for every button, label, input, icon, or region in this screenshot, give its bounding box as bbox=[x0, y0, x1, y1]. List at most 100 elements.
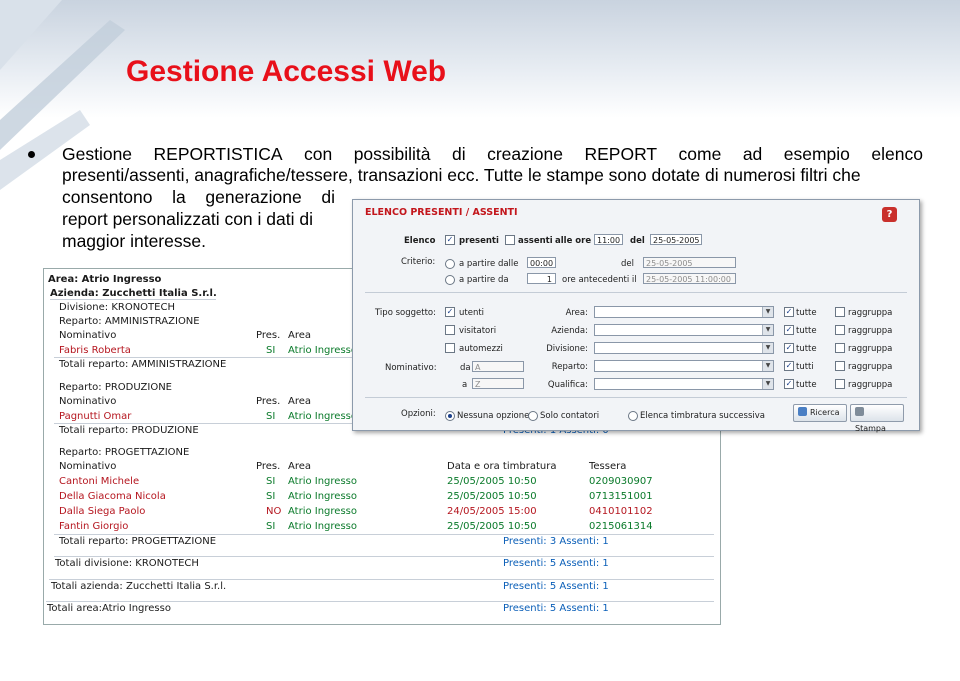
reparto-tutti-checkbox[interactable]: ✓ bbox=[784, 361, 794, 371]
row-area: Atrio Ingresso bbox=[288, 521, 357, 532]
criterio-radio-1[interactable] bbox=[445, 259, 455, 269]
tutte-label: tutte bbox=[796, 326, 817, 336]
col-nominativo: Nominativo bbox=[59, 330, 117, 341]
criterio-label: Criterio: bbox=[401, 257, 436, 267]
opzione-contatori-label: Solo contatori bbox=[540, 411, 600, 421]
row-tessera: 0713151001 bbox=[589, 491, 653, 502]
alle-ore-input[interactable]: 11:00 bbox=[594, 234, 623, 245]
qualifica-select[interactable]: ▼ bbox=[594, 378, 774, 390]
del-input-2[interactable]: 25-05-2005 bbox=[643, 257, 736, 268]
total-divisione-presenti: Presenti: 5 Assenti: 1 bbox=[503, 558, 609, 569]
row-data: 25/05/2005 10:50 bbox=[447, 491, 537, 502]
row-tessera: 0209030907 bbox=[589, 476, 653, 487]
raggruppa-label: raggruppa bbox=[848, 344, 893, 354]
report-divisione: Divisione: KRONOTECH bbox=[59, 302, 175, 313]
chevron-down-icon: ▼ bbox=[762, 361, 773, 371]
col-pres: Pres. bbox=[256, 330, 281, 341]
divisione-tutte-checkbox[interactable]: ✓ bbox=[784, 343, 794, 353]
row-pres: SI bbox=[266, 345, 276, 356]
search-icon bbox=[798, 407, 807, 416]
del-label: del bbox=[630, 236, 645, 246]
a-partire-dalle-input[interactable]: 00:00 bbox=[527, 257, 556, 268]
word: REPORTISTICA bbox=[153, 144, 283, 164]
raggruppa-label: raggruppa bbox=[848, 362, 893, 372]
printer-icon bbox=[855, 407, 864, 416]
ricerca-label: Ricerca bbox=[810, 408, 840, 417]
tipo-soggetto-label: Tipo soggetto: bbox=[375, 308, 436, 318]
opzione-elenca-radio[interactable] bbox=[628, 411, 638, 421]
col-area: Area bbox=[288, 396, 312, 407]
qualifica-raggruppa-checkbox[interactable] bbox=[835, 379, 845, 389]
automezzi-label: automezzi bbox=[459, 344, 503, 354]
qualifica-label: Qualifica: bbox=[547, 380, 588, 390]
assenti-checkbox[interactable] bbox=[505, 235, 515, 245]
visitatori-checkbox[interactable] bbox=[445, 325, 455, 335]
opzione-nessuna-radio[interactable] bbox=[445, 411, 455, 421]
azienda-select[interactable]: ▼ bbox=[594, 324, 774, 336]
col-area: Area bbox=[288, 330, 312, 341]
tutte-label: tutte bbox=[796, 308, 817, 318]
total-divisione: Totali divisione: KRONOTECH bbox=[55, 558, 199, 569]
row-pres: NO bbox=[266, 506, 282, 517]
automezzi-checkbox[interactable] bbox=[445, 343, 455, 353]
bullet-line-3: consentono la generazione di bbox=[62, 187, 335, 208]
total-reparto: Totali reparto: AMMINISTRAZIONE bbox=[59, 359, 227, 370]
bullet-dot bbox=[28, 151, 35, 158]
tutti-label: tutti bbox=[796, 362, 814, 372]
area-tutte-checkbox[interactable]: ✓ bbox=[784, 307, 794, 317]
total-area: Totali area:Atrio Ingresso bbox=[47, 603, 171, 614]
row-area: Atrio Ingresso bbox=[288, 491, 357, 502]
row-nome: Cantoni Michele bbox=[59, 476, 140, 487]
word: consentono bbox=[62, 187, 153, 207]
reparto-select[interactable]: ▼ bbox=[594, 360, 774, 372]
presenti-label: presenti bbox=[459, 236, 499, 246]
reparto-raggruppa-checkbox[interactable] bbox=[835, 361, 845, 371]
total-azienda: Totali azienda: Zucchetti Italia S.r.l. bbox=[51, 581, 227, 592]
presenti-checkbox[interactable]: ✓ bbox=[445, 235, 455, 245]
ricerca-button[interactable]: Ricerca bbox=[793, 404, 847, 422]
azienda-tutte-checkbox[interactable]: ✓ bbox=[784, 325, 794, 335]
azienda-raggruppa-checkbox[interactable] bbox=[835, 325, 845, 335]
del-input[interactable]: 25-05-2005 bbox=[650, 234, 702, 245]
help-icon[interactable]: ? bbox=[882, 207, 897, 222]
reparto-label: Reparto: bbox=[551, 362, 588, 372]
a-partire-da-input[interactable]: 1 bbox=[527, 273, 556, 284]
word: REPORT bbox=[584, 144, 658, 164]
opzione-contatori-radio[interactable] bbox=[528, 411, 538, 421]
row-pres: SI bbox=[266, 411, 276, 422]
tutte-label: tutte bbox=[796, 380, 817, 390]
criterio-radio-2[interactable] bbox=[445, 275, 455, 285]
chevron-down-icon: ▼ bbox=[762, 379, 773, 389]
area-label: Area: bbox=[565, 308, 588, 318]
a-input[interactable]: Z bbox=[472, 378, 524, 389]
ore-antecedenti-input[interactable]: 25-05-2005 11:00:00 bbox=[643, 273, 736, 284]
area-select[interactable]: ▼ bbox=[594, 306, 774, 318]
assenti-label: assenti bbox=[518, 236, 553, 246]
total-reparto: Totali reparto: PRODUZIONE bbox=[59, 425, 199, 436]
row-data: 24/05/2005 15:00 bbox=[447, 506, 537, 517]
area-raggruppa-checkbox[interactable] bbox=[835, 307, 845, 317]
utenti-checkbox[interactable]: ✓ bbox=[445, 307, 455, 317]
qualifica-tutte-checkbox[interactable]: ✓ bbox=[784, 379, 794, 389]
divisione-select[interactable]: ▼ bbox=[594, 342, 774, 354]
report-area: Area: Atrio Ingresso bbox=[48, 274, 162, 285]
row-area: Atrio Ingresso bbox=[288, 345, 357, 356]
row-pres: SI bbox=[266, 521, 276, 532]
total-area-presenti: Presenti: 5 Assenti: 1 bbox=[503, 603, 609, 614]
row-area: Atrio Ingresso bbox=[288, 506, 357, 517]
opzione-nessuna-label: Nessuna opzione bbox=[457, 411, 530, 421]
row-data: 25/05/2005 10:50 bbox=[447, 521, 537, 532]
da-input[interactable]: A bbox=[472, 361, 524, 372]
word: la bbox=[172, 187, 186, 207]
divisione-raggruppa-checkbox[interactable] bbox=[835, 343, 845, 353]
nominativo-label: Nominativo: bbox=[385, 363, 437, 373]
row-nome: Fantin Giorgio bbox=[59, 521, 129, 532]
stampa-label: Stampa bbox=[855, 424, 886, 433]
opzione-elenca-label: Elenca timbratura successiva bbox=[640, 411, 765, 421]
word: elenco bbox=[871, 144, 923, 164]
word: di bbox=[452, 144, 466, 164]
stampa-button[interactable]: Stampa bbox=[850, 404, 904, 433]
slide-title: Gestione Accessi Web bbox=[126, 55, 447, 88]
bullet-line-1: Gestione REPORTISTICA con possibilità di… bbox=[62, 144, 923, 165]
bullet-line-4: report personalizzati con i dati di bbox=[62, 209, 313, 229]
